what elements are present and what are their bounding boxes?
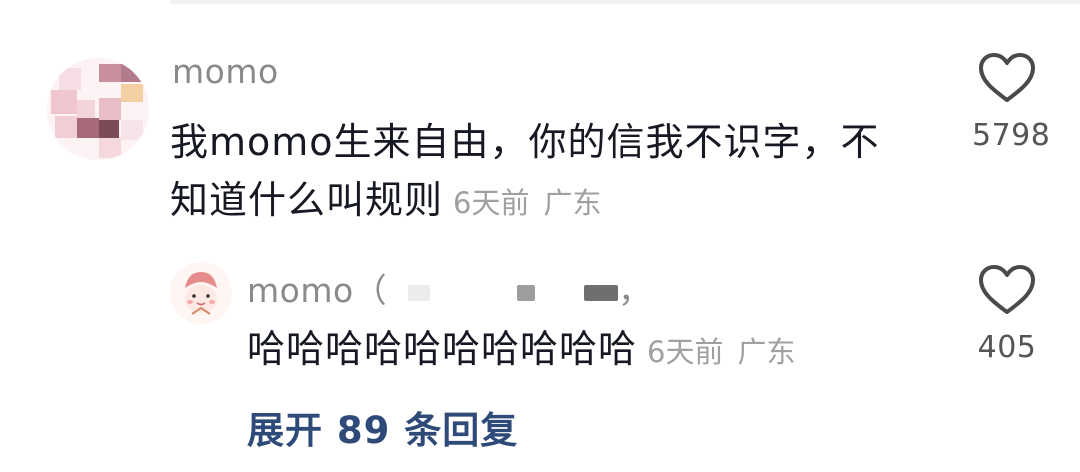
- comment-like-button[interactable]: 5798: [972, 52, 1051, 153]
- expand-replies-link[interactable]: 展开 89 条回复: [247, 400, 518, 454]
- avatar[interactable]: [47, 58, 149, 160]
- reply-username-text: momo（: [247, 271, 388, 310]
- reply-like-count: 405: [977, 330, 1037, 365]
- redacted-block: [408, 284, 431, 301]
- reply-avatar[interactable]: [170, 262, 232, 324]
- comment-text: 我momo生来自由，你的信我不识字，不 知道什么叫规则 6天前 广东: [170, 113, 930, 232]
- bear-avatar-icon: [170, 262, 232, 324]
- comment-meta: 6天前 广东: [453, 186, 601, 220]
- comment-text-line1: 我momo生来自由，你的信我不识字，不: [170, 120, 880, 164]
- reply-like-button[interactable]: 405: [972, 264, 1042, 365]
- redacted-block: [517, 284, 536, 301]
- comment-location: 广东: [543, 186, 602, 220]
- reply-time: 6天前: [647, 335, 724, 369]
- comment-time: 6天前: [453, 186, 530, 220]
- comment-username[interactable]: momo: [172, 52, 279, 91]
- reply-meta: 6天前 广东: [647, 335, 795, 369]
- reply-text-body: 哈哈哈哈哈哈哈哈哈哈: [247, 327, 638, 371]
- comment-like-count: 5798: [972, 118, 1051, 153]
- heart-outline-icon[interactable]: [978, 52, 1036, 104]
- heart-outline-icon[interactable]: [978, 264, 1036, 316]
- top-divider: [170, 0, 1080, 4]
- reply-username[interactable]: momo（ ，: [247, 264, 652, 312]
- reply-location: 广东: [737, 335, 796, 369]
- comment-text-line2: 知道什么叫规则: [170, 178, 444, 222]
- redacted-block: [584, 284, 619, 301]
- reply-text: 哈哈哈哈哈哈哈哈哈哈 6天前 广东: [247, 320, 795, 381]
- reply-username-tail: ，: [618, 271, 652, 310]
